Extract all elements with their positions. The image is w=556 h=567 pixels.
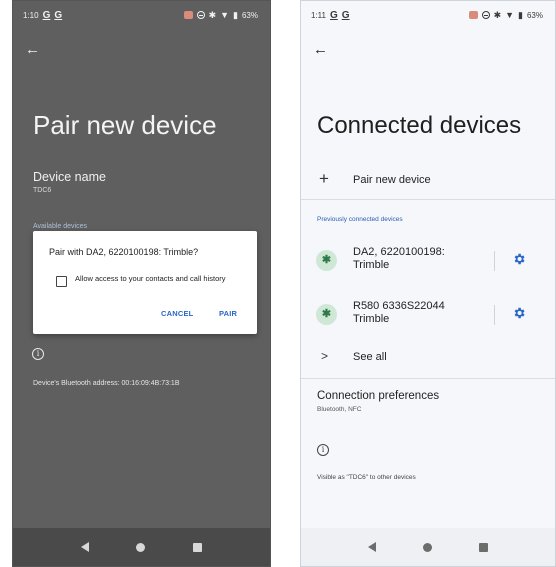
dialog-title: Pair with DA2, 6220100198: Trimble? xyxy=(49,247,199,257)
device-name-label[interactable]: Device name xyxy=(33,170,106,184)
nav-back-icon[interactable] xyxy=(80,542,89,552)
row-separator xyxy=(494,251,495,271)
divider xyxy=(301,378,555,379)
device-name-line2: Trimble xyxy=(353,313,390,325)
see-all-row[interactable]: > See all xyxy=(301,341,555,371)
nav-home-icon[interactable] xyxy=(422,542,432,552)
bluetooth-status-icon: ✱ xyxy=(493,9,502,20)
pair-button[interactable]: PAIR xyxy=(219,309,237,318)
connection-preferences-subtitle: Bluetooth, NFC xyxy=(317,406,362,413)
nfc-icon xyxy=(468,11,478,19)
row-separator xyxy=(494,305,495,325)
status-time: 1:11 xyxy=(311,10,326,20)
status-right: ✱ ▼ ▮ 63% xyxy=(183,9,258,21)
wifi-icon: ▼ xyxy=(220,10,230,20)
page-title: Connected devices xyxy=(317,112,522,139)
do-not-disturb-icon xyxy=(196,11,205,19)
available-devices-header: Available devices xyxy=(33,223,87,230)
bluetooth-address-text: Device's Bluetooth address: 00:16:09:4B:… xyxy=(33,380,180,387)
status-left: 1:10 G G xyxy=(23,10,62,21)
battery-icon: ▮ xyxy=(233,9,238,20)
info-icon: i xyxy=(317,444,329,456)
back-arrow-icon[interactable]: ← xyxy=(25,41,40,58)
nav-home-icon[interactable] xyxy=(136,542,146,552)
device-name-line1: DA2, 6220100198: xyxy=(353,246,445,258)
status-time: 1:10 xyxy=(23,10,39,20)
device-name-line1: R580 6336S22044 xyxy=(353,300,445,312)
previously-connected-header: Previously connected devices xyxy=(317,216,403,223)
pair-new-device-label: Pair new device xyxy=(353,174,431,186)
status-right: ✱ ▼ ▮ 63% xyxy=(468,9,543,21)
device-name-value: TDC6 xyxy=(33,187,52,194)
status-bar: 1:10 G G ✱ ▼ ▮ 63% xyxy=(13,1,270,29)
nav-recents-icon[interactable] xyxy=(193,542,203,552)
app-notification-icon: G xyxy=(329,9,338,21)
info-icon: i xyxy=(32,348,44,360)
status-left: 1:11 G G xyxy=(311,10,350,21)
contacts-access-checkbox[interactable] xyxy=(56,276,67,287)
contacts-access-label[interactable]: Allow access to your contacts and call h… xyxy=(75,274,245,283)
app-notification-icon: G xyxy=(341,9,350,21)
device-name-line2: Trimble xyxy=(353,259,390,271)
wifi-icon: ▼ xyxy=(505,10,515,20)
nav-back-icon[interactable] xyxy=(368,542,377,552)
status-bar: 1:11 G G ✱ ▼ ▮ 63% xyxy=(301,1,555,29)
device-name: DA2, 6220100198: Trimble xyxy=(353,246,445,272)
bluetooth-connected-icon: ✱ xyxy=(316,304,337,325)
right-phone-screen: 1:11 G G ✱ ▼ ▮ 63% ← Connected devices +… xyxy=(300,0,556,567)
battery-percent: 63% xyxy=(241,10,258,20)
bluetooth-status-icon: ✱ xyxy=(208,9,217,20)
navigation-bar xyxy=(301,528,555,566)
connection-preferences-item[interactable]: Connection preferences xyxy=(317,390,439,402)
back-arrow-icon[interactable]: ← xyxy=(313,41,328,58)
divider xyxy=(301,199,555,200)
bluetooth-icon: ✱ xyxy=(316,250,337,271)
see-all-label: See all xyxy=(353,351,387,363)
left-phone-screen: 1:10 G G ✱ ▼ ▮ 63% ← Pair new device Dev… xyxy=(12,0,271,567)
chevron-right-icon: > xyxy=(321,349,329,363)
pair-dialog: Pair with DA2, 6220100198: Trimble? Allo… xyxy=(33,231,257,334)
screenshot-root: 1:10 G G ✱ ▼ ▮ 63% ← Pair new device Dev… xyxy=(0,0,556,567)
plus-icon: + xyxy=(319,169,329,188)
device-row-r580[interactable]: ✱ R580 6336S22044 Trimble xyxy=(301,296,555,342)
page-title: Pair new device xyxy=(33,110,217,140)
gear-icon[interactable] xyxy=(512,252,526,266)
gear-icon[interactable] xyxy=(512,306,526,320)
nav-recents-icon[interactable] xyxy=(478,542,488,552)
cancel-button[interactable]: CANCEL xyxy=(161,309,193,318)
device-name: R580 6336S22044 Trimble xyxy=(353,300,445,326)
battery-percent: 63% xyxy=(526,10,543,20)
nfc-icon xyxy=(183,11,193,19)
do-not-disturb-icon xyxy=(481,11,490,19)
device-row-da2[interactable]: ✱ DA2, 6220100198: Trimble xyxy=(301,242,555,288)
battery-icon: ▮ xyxy=(518,9,523,20)
visible-as-text: Visible as "TDC6" to other devices xyxy=(317,474,416,481)
app-notification-icon: G xyxy=(54,9,63,21)
navigation-bar xyxy=(13,528,270,566)
app-notification-icon: G xyxy=(42,9,51,21)
pair-new-device-row[interactable]: + Pair new device xyxy=(301,163,555,197)
